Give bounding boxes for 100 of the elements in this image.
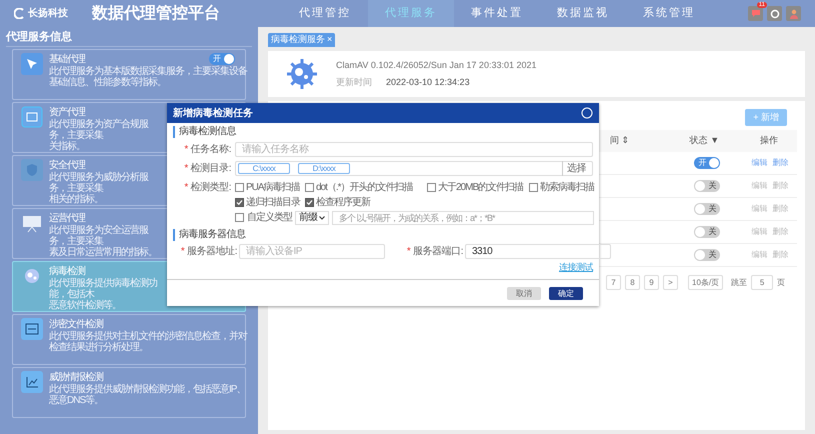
select-button[interactable]: 选择 — [562, 161, 590, 176]
nav-tab[interactable]: 代理管控 — [282, 0, 368, 27]
field-label: 服务器端口: — [413, 244, 463, 259]
card-description: 素及日常运营常用的指标。 — [49, 247, 157, 258]
card-description: 此代理服务为安全运营服务，主要采集 — [49, 225, 150, 247]
card-description: 此代理服务为基本版数据采集服务，主要采集设备 — [49, 66, 247, 77]
chat-icon — [750, 9, 760, 18]
required-mark: * — [184, 180, 188, 194]
service-tab[interactable]: 病毒检测服务 × — [268, 33, 336, 47]
section-heading: 病毒服务器信息 — [173, 229, 246, 241]
chevron-down-icon — [319, 216, 325, 220]
action-link[interactable]: 编辑 — [751, 157, 768, 169]
nav-tab[interactable]: 系统管理 — [626, 0, 712, 27]
card-description: 此代理服务提供病毒检测功能，包括木 — [49, 278, 158, 300]
required-mark: * — [184, 162, 188, 176]
toggle-switch[interactable]: 关 — [694, 226, 720, 238]
card-description: 相关的指标。 — [49, 194, 103, 205]
tab-label: 病毒检测服务 — [271, 33, 325, 46]
field-label: 服务器地址: — [187, 244, 237, 259]
checkbox-label: 自定义类型 — [247, 210, 292, 224]
column-header: 操作 — [758, 134, 779, 148]
page-size-select[interactable]: 10条/页 — [688, 275, 724, 290]
shield-icon — [21, 159, 43, 181]
column-header[interactable]: 间 ⇕ — [610, 134, 668, 148]
action-link[interactable]: 编辑 — [751, 249, 768, 261]
close-icon[interactable] — [581, 107, 593, 119]
service-card[interactable]: 威胁情报检测 此代理服务提供威胁情报检测功能，包括恶意IP、 恶意DNS等。 — [12, 367, 246, 418]
tab-close[interactable]: × — [327, 33, 332, 47]
sidebar-title: 代理服务信息 — [6, 31, 252, 47]
card-description: 恶意软件检测等。 — [49, 300, 121, 311]
card-description: 恶意DNS等。 — [49, 395, 104, 406]
checkbox[interactable] — [305, 198, 314, 207]
checkbox-label: PUA病毒扫描 — [246, 180, 300, 194]
directory-field[interactable]: C:\xxxx D:\xxxx 选择 — [235, 161, 593, 176]
checkbox[interactable] — [305, 183, 314, 192]
card-title: 资产代理 — [49, 106, 85, 118]
card-description: 基础信息、性能参数等指标。 — [49, 77, 166, 88]
required-mark: * — [180, 245, 184, 259]
app-title: 数据代理管控平台 — [92, 4, 221, 24]
virus-icon — [286, 58, 318, 90]
updated-value: 2022-03-10 12:34:23 — [386, 76, 470, 89]
card-title: 运营代理 — [49, 212, 85, 224]
page-unit: 页 — [777, 276, 786, 288]
nav-tab[interactable]: 代理服务 — [368, 0, 454, 27]
task-name-field[interactable]: 请输入任务名称 — [235, 142, 593, 157]
checkbox[interactable] — [427, 183, 436, 192]
line-chart-icon — [21, 371, 43, 393]
custom-type-field[interactable]: 多个 以,号隔开，为或的关系，例如：a*；*B* — [332, 210, 594, 224]
nav-tab[interactable]: 事件处置 — [454, 0, 540, 27]
section-heading: 病毒检测信息 — [173, 126, 236, 138]
toggle-switch[interactable]: 开 — [209, 53, 235, 65]
card-title: 基础代理 — [49, 53, 85, 66]
card-title: 病毒检测 — [49, 265, 85, 278]
checkbox[interactable] — [235, 213, 244, 222]
action-link[interactable]: 删除 — [772, 203, 788, 215]
jump-label: 跳至 — [731, 276, 748, 288]
checkmark-icon — [236, 199, 243, 206]
service-card[interactable]: 涉密文件检测 此代理服务提供对主机文件的涉密信息检查，并对 检查结果进行分析处理。 — [12, 314, 246, 365]
toggle-switch[interactable]: 开 — [694, 157, 720, 169]
logo-text: 长扬科技 — [28, 6, 68, 21]
nav-tab[interactable]: 数据监视 — [540, 0, 626, 27]
updated-label: 更新时间 — [336, 76, 372, 89]
jump-field[interactable]: 5 — [751, 275, 774, 290]
checkbox[interactable] — [235, 183, 244, 192]
card-title: 安全代理 — [49, 159, 85, 172]
action-link[interactable]: 编辑 — [751, 203, 768, 215]
action-link[interactable]: 删除 — [772, 249, 788, 261]
action-link[interactable]: 删除 — [772, 226, 788, 238]
action-link[interactable]: 删除 — [772, 157, 788, 169]
page-button[interactable]: 9 — [644, 275, 659, 290]
page-button[interactable]: 7 — [606, 275, 621, 290]
match-select[interactable]: 前缀 — [295, 210, 329, 224]
next-page-button[interactable]: > — [663, 275, 678, 290]
checkbox-label: 检查程序更新 — [316, 196, 370, 210]
confirm-button[interactable]: 确定 — [549, 286, 583, 300]
card-description: 此代理服务为资产合规服务，主要采集 — [49, 119, 150, 141]
action-link[interactable]: 编辑 — [751, 180, 768, 192]
action-link[interactable]: 删除 — [772, 180, 788, 192]
toggle-switch[interactable]: 关 — [694, 249, 720, 261]
server-port-field[interactable]: 3310 — [465, 244, 611, 259]
toggle-switch[interactable]: 关 — [694, 180, 720, 192]
field-label: 检测目录: — [190, 162, 231, 176]
directory-tag[interactable]: C:\xxxx — [238, 163, 290, 174]
page-button[interactable]: 8 — [625, 275, 640, 290]
server-address-field[interactable]: 请输入设备IP — [239, 244, 385, 259]
required-mark: * — [406, 245, 410, 259]
toggle-switch[interactable]: 关 — [694, 203, 720, 215]
action-link[interactable]: 编辑 — [751, 226, 768, 238]
logo-icon — [14, 8, 25, 19]
directory-tag[interactable]: D:\xxxx — [298, 163, 350, 174]
checkbox[interactable] — [529, 183, 538, 192]
column-header[interactable]: 状态 ▼ — [668, 134, 741, 148]
checkbox[interactable] — [235, 198, 244, 207]
card-description: 此代理服务提供对主机文件的涉密信息检查，并对 — [49, 331, 247, 342]
checkbox-label: 勒索病毒扫描 — [540, 180, 594, 194]
cancel-button[interactable]: 取消 — [507, 286, 541, 300]
service-card[interactable]: 基础代理 此代理服务为基本版数据采集服务，主要采集设备 基础信息、性能参数等指标。 开 — [12, 49, 246, 100]
add-button[interactable]: + 新增 — [745, 109, 787, 126]
connection-test-link[interactable]: 连接测试 — [559, 262, 593, 273]
settings-button[interactable] — [767, 6, 782, 21]
